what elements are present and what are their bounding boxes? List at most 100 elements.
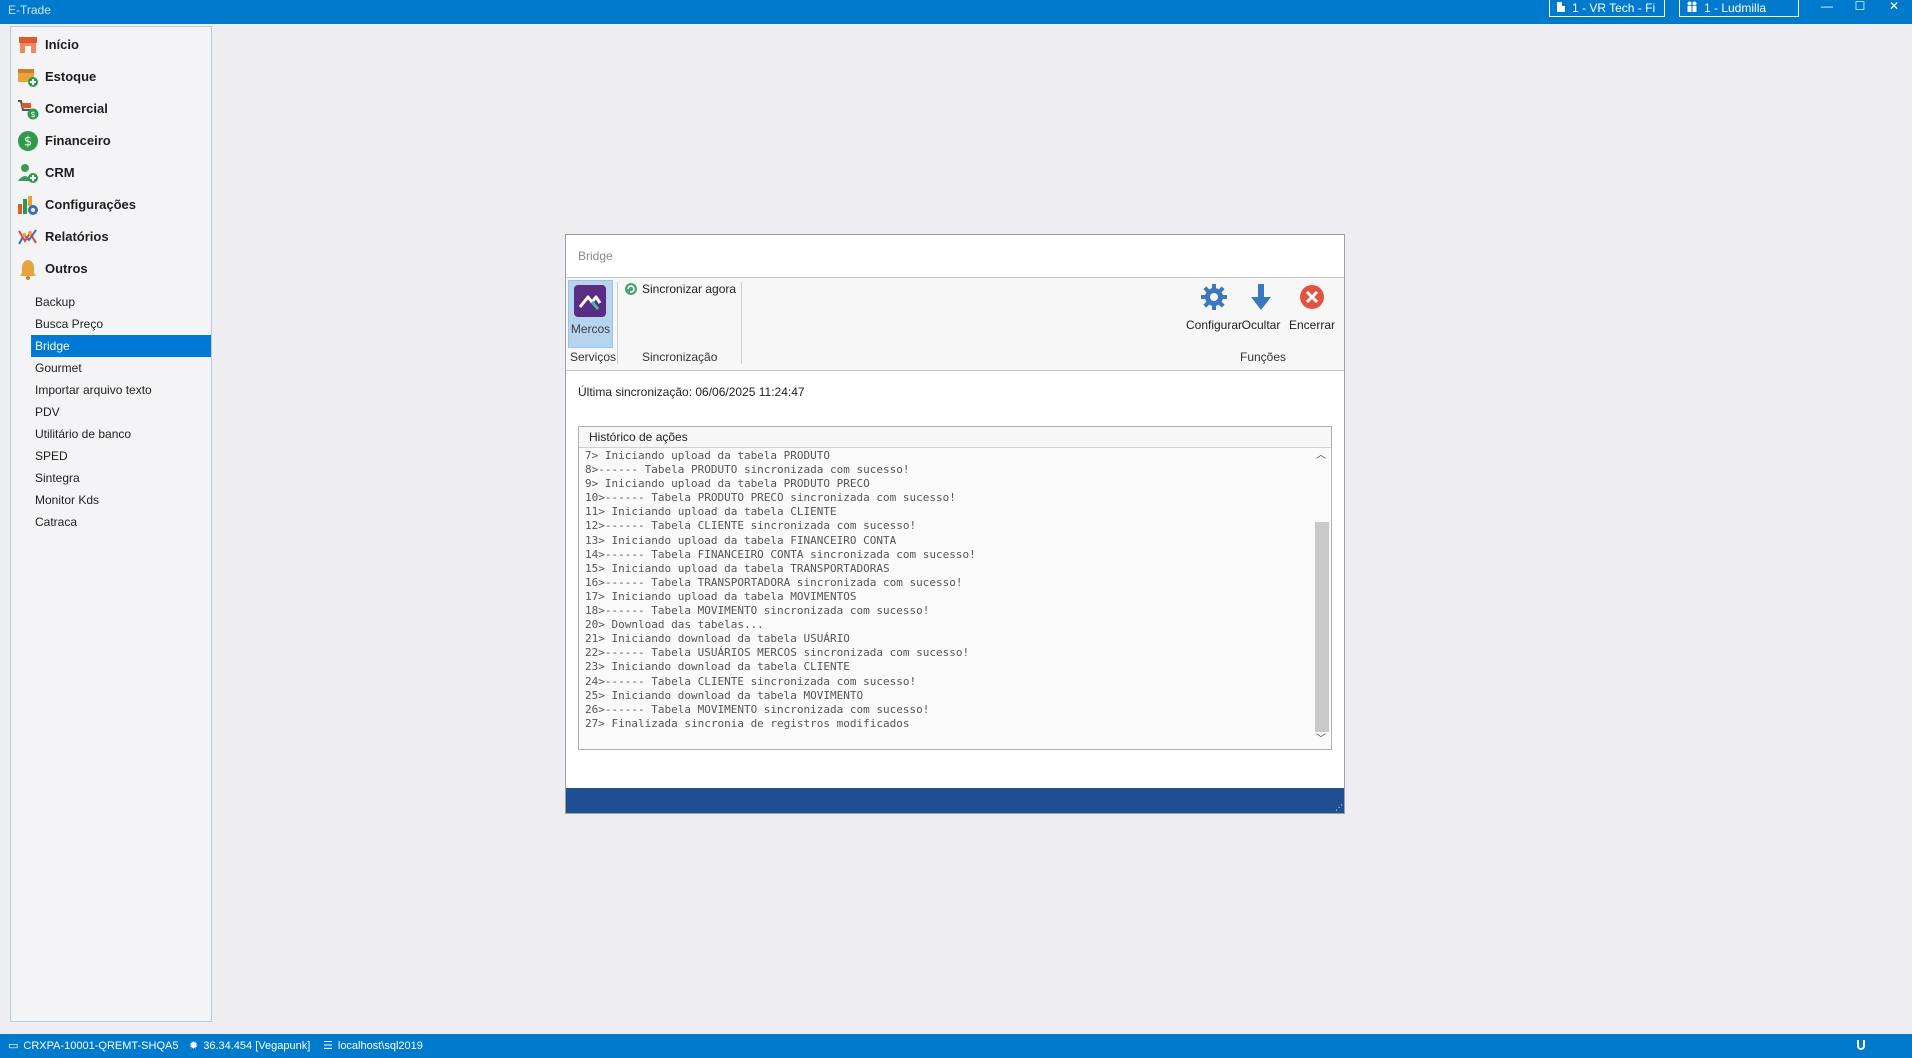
submenu-item-sped[interactable]: SPED (31, 445, 211, 467)
menu-item-estoque[interactable]: Estoque (15, 62, 205, 90)
bridge-title: Bridge (578, 249, 613, 263)
log-line: 9> Iniciando upload da tabela PRODUTO PR… (585, 477, 870, 491)
svg-text:$: $ (30, 110, 35, 119)
menu-label: Outros (45, 261, 88, 276)
configure-label: Configurar (1185, 318, 1243, 332)
menu-item-outros[interactable]: Outros (15, 254, 205, 282)
submenu-item-utilitario-de-banco[interactable]: Utilitário de banco (31, 423, 211, 445)
bell-icon (17, 258, 39, 280)
history-panel: Histórico de ações 7> Iniciando upload d… (578, 426, 1332, 750)
company-selector[interactable]: 1 - VR Tech - Fi (1549, 0, 1665, 17)
dollar-icon: $ (17, 130, 39, 152)
maximize-button[interactable]: ☐ (1843, 0, 1877, 14)
last-sync-label: Última sincronização: 06/06/2025 11:24:4… (578, 385, 805, 399)
log-line: 21> Iniciando download da tabela USUÁRIO (585, 632, 850, 646)
submenu-item-gourmet[interactable]: Gourmet (31, 357, 211, 379)
app-title: E-Trade (8, 3, 51, 17)
history-scrollbar[interactable]: ︿ ﹀ (1313, 449, 1329, 747)
history-title: Histórico de ações (589, 430, 688, 444)
sync-now-button[interactable]: Sincronizar agora (624, 282, 736, 296)
log-line: 26>------ Tabela MOVIMENTO sincronizada … (585, 702, 930, 716)
database-icon: ☰ (323, 1040, 333, 1052)
chart-gear-icon (17, 194, 39, 216)
log-line: 10>------ Tabela PRODUTO PRECO sincroniz… (585, 491, 956, 505)
log-line: 7> Iniciando upload da tabela PRODUTO (585, 449, 831, 462)
log-line: 27> Finalizada sincronia de registros mo… (585, 716, 910, 730)
log-line: 17> Iniciando upload da tabela MOVIMENTO… (585, 589, 857, 603)
menu-label: Financeiro (45, 133, 111, 148)
submenu-item-busca-preco[interactable]: Busca Preço (31, 313, 211, 335)
submenu-item-catraca[interactable]: Catraca (31, 511, 211, 533)
submenu-item-backup[interactable]: Backup (31, 291, 211, 313)
resize-grip-icon[interactable]: ⋰ (1335, 804, 1343, 812)
version-text: 36.34.454 [Vegapunk] (203, 1040, 311, 1052)
menu-item-configuracoes[interactable]: Configurações (15, 190, 205, 218)
monitor-icon: ▭ (8, 1040, 19, 1052)
status-version: ✹ 36.34.454 [Vegapunk] (189, 1039, 310, 1052)
mercos-label: Mercos (570, 322, 611, 336)
bug-icon: ✹ (189, 1040, 199, 1052)
log-line: 24>------ Tabela CLIENTE sincronizada co… (585, 674, 917, 688)
submenu-item-pdv[interactable]: PDV (31, 401, 211, 423)
terminal-text: CRXPA-10001-QREMT-SHQA5 (23, 1040, 179, 1052)
menu-label: Estoque (45, 69, 97, 84)
log-line: 11> Iniciando upload da tabela CLIENTE (585, 505, 837, 519)
menu-label: Relatórios (45, 229, 109, 244)
log-line: 23> Iniciando download da tabela CLIENTE (585, 660, 850, 674)
user-selector[interactable]: 1 - Ludmilla (1679, 0, 1799, 17)
bridge-footer-band: ⋰ (566, 788, 1344, 813)
submenu-item-sintegra[interactable]: Sintegra (31, 467, 211, 489)
scroll-down-icon[interactable]: ﹀ (1313, 733, 1329, 747)
functions-group-label: Funções (1240, 350, 1287, 364)
arrow-down-icon (1246, 282, 1276, 312)
log-line: 25> Iniciando download da tabela MOVIMEN… (585, 688, 864, 702)
status-terminal: ▭ CRXPA-10001-QREMT-SHQA5 (8, 1039, 178, 1052)
close-service-button[interactable]: Encerrar (1284, 282, 1340, 332)
log-line: 18>------ Tabela MOVIMENTO sincronizada … (585, 604, 930, 618)
user-add-icon (17, 162, 39, 184)
box-add-icon (17, 66, 39, 88)
submenu-item-monitor-kds[interactable]: Monitor Kds (31, 489, 211, 511)
menu-item-inicio[interactable]: Início (15, 30, 205, 58)
close-circle-icon (1297, 282, 1327, 312)
menu-item-relatorios[interactable]: Relatórios (15, 222, 205, 250)
hide-label: Ocultar (1241, 318, 1281, 332)
log-line: 15> Iniciando upload da tabela TRANSPORT… (585, 561, 890, 575)
graph-icon (17, 226, 39, 248)
svg-text:$: $ (24, 135, 32, 150)
close-button[interactable]: ✕ (1877, 0, 1911, 14)
configure-button[interactable]: Configurar (1185, 282, 1243, 332)
ribbon: Mercos Serviços Sincronizar agora Sincro… (566, 277, 1344, 371)
log-line: 12>------ Tabela CLIENTE sincronizada co… (585, 519, 917, 533)
sidebar: Início Estoque $ Comercial $ Financeiro … (10, 26, 212, 1022)
status-database: ☰ localhost\sql2019 (323, 1039, 423, 1052)
log-line: 16>------ Tabela TRANSPORTADORA sincroni… (585, 575, 963, 589)
scroll-up-icon[interactable]: ︿ (1313, 449, 1329, 463)
users-icon (1686, 0, 1698, 17)
sync-group-label: Sincronização (642, 350, 718, 364)
menu-item-crm[interactable]: CRM (15, 158, 205, 186)
log-line: 20> Download das tabelas... (585, 618, 764, 632)
store-icon (17, 34, 39, 56)
menu-label: Início (45, 37, 79, 52)
submenu-item-importar-arquivo-texto[interactable]: Importar arquivo texto (31, 379, 211, 401)
submenu-item-bridge[interactable]: Bridge (31, 335, 211, 357)
status-bar: ▭ CRXPA-10001-QREMT-SHQA5 ✹ 36.34.454 [Veg… (0, 1034, 1912, 1058)
mercos-button[interactable]: Mercos (568, 280, 613, 348)
history-header: Histórico de ações (579, 427, 1331, 448)
minimize-button[interactable]: — (1810, 0, 1844, 14)
ribbon-separator (741, 282, 742, 364)
scroll-thumb[interactable] (1315, 522, 1329, 732)
log-line: 14>------ Tabela FINANCEIRO CONTA sincro… (585, 547, 976, 561)
menu-label: CRM (45, 165, 75, 180)
title-bar: E-Trade 1 - VR Tech - Fi 1 - Ludmilla — … (0, 0, 1912, 24)
mercos-logo-icon (574, 285, 606, 317)
menu-item-comercial[interactable]: $ Comercial (15, 94, 205, 122)
hide-button[interactable]: Ocultar (1236, 282, 1286, 332)
history-log[interactable]: 7> Iniciando upload da tabela PRODUTO 8>-… (585, 449, 1313, 747)
magnet-icon[interactable] (1855, 1039, 1867, 1054)
sync-icon (624, 282, 638, 296)
gear-icon (1199, 282, 1229, 312)
menu-item-financeiro[interactable]: $ Financeiro (15, 126, 205, 154)
company-label: 1 - VR Tech - Fi (1572, 1, 1656, 15)
